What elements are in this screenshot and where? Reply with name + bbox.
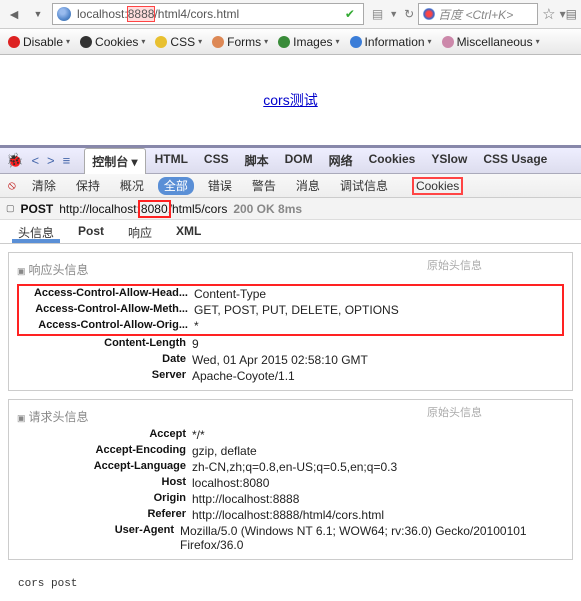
page-body: cors测试 (0, 55, 581, 145)
dropdown-icon[interactable]: ▼ (389, 9, 398, 19)
subtab-响应[interactable]: 响应 (122, 220, 158, 243)
devtab-脚本[interactable]: 脚本 (238, 148, 276, 174)
header-row: DateWed, 01 Apr 2015 02:58:10 GMT (17, 352, 564, 368)
request-summary-row[interactable]: ▢ POST http://localhost:8080/html5/cors … (0, 198, 581, 220)
header-row: ServerApache-Coyote/1.1 (17, 368, 564, 384)
devtools-panel: 🐞 < > ≡ 控制台 ▾HTMLCSS脚本DOM网络CookiesYSlowC… (0, 145, 581, 600)
header-row: Accept*/* (17, 427, 564, 443)
history-dropdown-icon[interactable]: ▼ (28, 4, 48, 24)
toolbar-icon (212, 36, 224, 48)
toolbar-icon (278, 36, 290, 48)
response-headers-block: ▣响应头信息 原始头信息 Access-Control-Allow-Head..… (8, 252, 573, 391)
filter-全部[interactable]: 全部 (158, 177, 194, 195)
search-input[interactable]: 百度 <Ctrl+K> (418, 3, 538, 25)
devtab-CSS[interactable]: CSS (197, 148, 236, 174)
search-placeholder: 百度 <Ctrl+K> (438, 6, 513, 23)
bookmarks-menu-icon[interactable]: ▾▤ (560, 7, 577, 21)
filter-错误[interactable]: 错误 (202, 177, 238, 195)
expand-icon[interactable]: ▢ (6, 203, 15, 214)
devtools-tabs: 控制台 ▾HTMLCSS脚本DOM网络CookiesYSlowCSS Usage (84, 148, 554, 174)
devtab-Cookies[interactable]: Cookies (362, 148, 423, 174)
firebug-icon[interactable]: 🐞 (6, 152, 23, 169)
toolbar-icon (80, 36, 92, 48)
request-url: http://localhost:8080/html5/cors (59, 202, 227, 216)
header-row: Accept-Languagezh-CN,zh;q=0.8,en-US;q=0.… (17, 459, 564, 475)
filter-警告[interactable]: 警告 (246, 177, 282, 195)
address-bar: ◄ ▼ localhost:8888/html4/cors.html ✔ ▤ ▼… (0, 0, 581, 29)
dt-fwd-icon[interactable]: > (47, 153, 55, 168)
console-subbar: ⦸ 清除保持概况全部错误警告消息调试信息 Cookies (0, 174, 581, 198)
filter-清除[interactable]: 清除 (26, 177, 62, 195)
header-row: Refererhttp://localhost:8888/html4/cors.… (17, 507, 564, 523)
tb-miscellaneous[interactable]: Miscellaneous▾ (438, 35, 544, 49)
back-button[interactable]: ◄ (4, 4, 24, 24)
filter-调试信息[interactable]: 调试信息 (334, 177, 394, 195)
toolbar-icon (442, 36, 454, 48)
tb-css[interactable]: CSS▾ (151, 35, 206, 49)
request-method: POST (21, 202, 54, 216)
request-headers-block: ▣请求头信息 原始头信息 Accept*/*Accept-Encodinggzi… (8, 399, 573, 560)
devtools-toolbar: 🐞 < > ≡ 控制台 ▾HTMLCSS脚本DOM网络CookiesYSlowC… (0, 148, 581, 174)
url-action-icons: ▤ ▼ ↻ (372, 7, 414, 21)
request-status: 200 OK 8ms (233, 202, 302, 216)
baidu-icon (423, 8, 435, 20)
filter-保持[interactable]: 保持 (70, 177, 106, 195)
header-row: Content-Length9 (17, 336, 564, 352)
reload-icon[interactable]: ↻ (404, 7, 414, 21)
reader-icon[interactable]: ▤ (372, 7, 383, 21)
cors-test-link[interactable]: cors测试 (263, 90, 317, 110)
tb-images[interactable]: Images▾ (274, 35, 343, 49)
dt-menu-icon[interactable]: ≡ (63, 153, 71, 168)
tb-disable[interactable]: Disable▾ (4, 35, 74, 49)
devtab-YSlow[interactable]: YSlow (424, 148, 474, 174)
tb-information[interactable]: Information▾ (346, 35, 436, 49)
shield-icon: ✔ (345, 7, 359, 21)
toolbar-icon (8, 36, 20, 48)
globe-icon (57, 7, 71, 21)
console-log-line: cors post (0, 568, 581, 600)
url-text: localhost:8888/html4/cors.html (77, 7, 239, 21)
webdev-toolbar: Disable▾Cookies▾CSS▾Forms▾Images▾Informa… (0, 29, 581, 55)
dt-back-icon[interactable]: < (31, 153, 39, 168)
toolbar-icon (350, 36, 362, 48)
cookies-highlight[interactable]: Cookies (412, 177, 463, 195)
tb-forms[interactable]: Forms▾ (208, 35, 272, 49)
subtab-XML[interactable]: XML (170, 220, 207, 243)
raw-response-link[interactable]: 原始头信息 (427, 257, 482, 273)
devtab-控制台[interactable]: 控制台 ▾ (84, 148, 145, 174)
toolbar-icon (155, 36, 167, 48)
header-row: Accept-Encodinggzip, deflate (17, 443, 564, 459)
devtab-网络[interactable]: 网络 (322, 148, 360, 174)
devtab-HTML[interactable]: HTML (148, 148, 195, 174)
subtab-Post[interactable]: Post (72, 220, 110, 243)
devtab-DOM[interactable]: DOM (278, 148, 320, 174)
header-row: Access-Control-Allow-Meth...GET, POST, P… (19, 302, 562, 318)
filter-消息[interactable]: 消息 (290, 177, 326, 195)
header-row: Originhttp://localhost:8888 (17, 491, 564, 507)
header-row: Access-Control-Allow-Orig...* (19, 318, 562, 334)
subtab-头信息[interactable]: 头信息 (12, 220, 60, 243)
header-row: Access-Control-Allow-Head...Content-Type (19, 286, 562, 302)
tb-cookies[interactable]: Cookies▾ (76, 35, 149, 49)
url-input[interactable]: localhost:8888/html4/cors.html ✔ (52, 3, 364, 25)
request-subtabs: 头信息 Post 响应 XML (0, 220, 581, 244)
cors-headers-highlight: Access-Control-Allow-Head...Content-Type… (17, 284, 564, 336)
bookmark-star-icon[interactable]: ☆ (542, 5, 555, 23)
filter-概况[interactable]: 概况 (114, 177, 150, 195)
raw-request-link[interactable]: 原始头信息 (427, 404, 482, 420)
header-row: Hostlocalhost:8080 (17, 475, 564, 491)
devtab-CSS Usage[interactable]: CSS Usage (476, 148, 554, 174)
stop-icon[interactable]: ⦸ (8, 178, 16, 193)
header-row: User-AgentMozilla/5.0 (Windows NT 6.1; W… (17, 523, 564, 553)
